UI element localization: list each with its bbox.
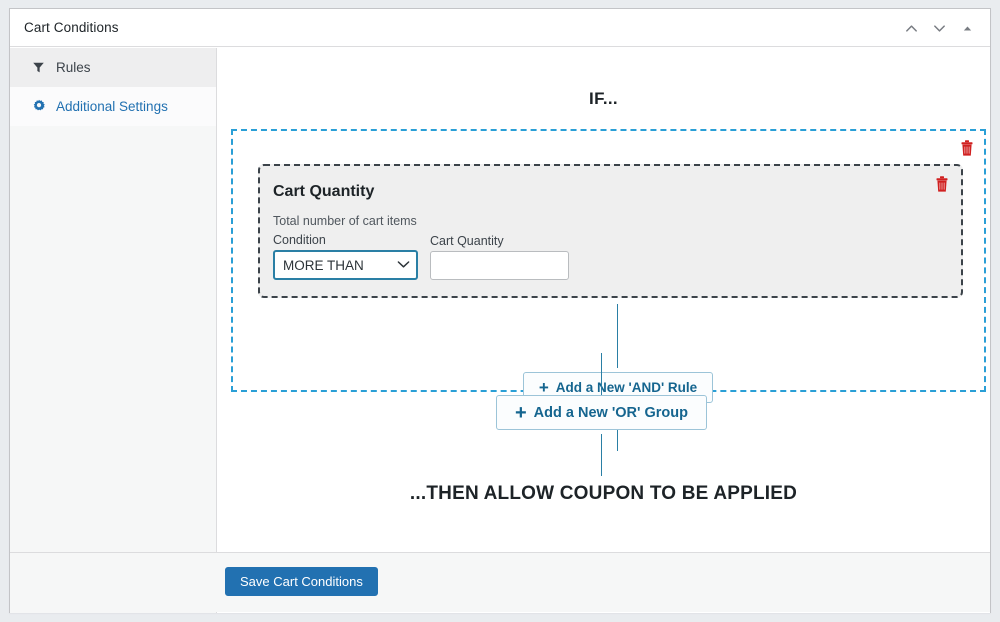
connector-line-or-bottom: [601, 434, 602, 476]
rule-card-cart-quantity: Cart Quantity Total number of cart items…: [258, 164, 963, 298]
cart-quantity-field: Cart Quantity: [430, 234, 569, 280]
page-title: Cart Conditions: [24, 20, 119, 35]
sidebar: Rules Additional Settings: [10, 48, 217, 613]
cart-conditions-panel: Cart Conditions Rules Additional Setting…: [9, 8, 991, 613]
panel-body: Rules Additional Settings IF... Cart Qua…: [10, 48, 990, 613]
sidebar-item-rules[interactable]: Rules: [10, 48, 216, 87]
sidebar-item-label: Rules: [56, 59, 91, 75]
move-down-icon[interactable]: [926, 17, 952, 39]
rule-description: Total number of cart items: [273, 214, 417, 228]
save-cart-conditions-button[interactable]: Save Cart Conditions: [225, 567, 378, 596]
toggle-panel-icon[interactable]: [954, 17, 980, 39]
then-heading: ...THEN ALLOW COUPON TO BE APPLIED: [409, 483, 798, 504]
add-or-group-button[interactable]: + Add a New 'OR' Group: [496, 395, 707, 430]
condition-select-wrapper: MORE THAN: [273, 250, 418, 280]
rules-content: IF... Cart Quantity Total number of cart…: [217, 48, 990, 613]
cart-quantity-label: Cart Quantity: [430, 234, 504, 248]
rule-fields: Condition MORE THAN Cart Quantity: [273, 233, 569, 280]
sidebar-item-label: Additional Settings: [56, 98, 168, 114]
plus-icon: +: [538, 378, 549, 397]
rule-title: Cart Quantity: [273, 183, 375, 200]
if-heading: IF...: [589, 89, 618, 108]
panel-header: Cart Conditions: [10, 9, 990, 47]
or-group-container: Cart Quantity Total number of cart items…: [231, 129, 986, 451]
cart-quantity-input[interactable]: [430, 251, 569, 280]
funnel-icon: [30, 61, 47, 74]
condition-select[interactable]: MORE THAN: [273, 250, 418, 280]
connector-line-group-to-or: [601, 353, 602, 395]
panel-header-actions: [898, 17, 980, 39]
add-and-rule-label: Add a New 'AND' Rule: [555, 380, 698, 395]
add-or-group-label: Add a New 'OR' Group: [533, 404, 688, 421]
connector-line-top: [617, 304, 618, 368]
delete-rule-icon[interactable]: [933, 175, 951, 195]
condition-field: Condition MORE THAN: [273, 233, 418, 280]
sidebar-item-additional-settings[interactable]: Additional Settings: [10, 87, 216, 126]
delete-or-group-icon[interactable]: [958, 139, 976, 159]
move-up-icon[interactable]: [898, 17, 924, 39]
gear-icon: [30, 99, 47, 113]
page-background: Cart Conditions Rules Additional Setting…: [0, 0, 1000, 622]
plus-icon: +: [514, 401, 527, 424]
condition-label: Condition: [273, 233, 326, 247]
panel-footer: Save Cart Conditions: [10, 552, 990, 612]
